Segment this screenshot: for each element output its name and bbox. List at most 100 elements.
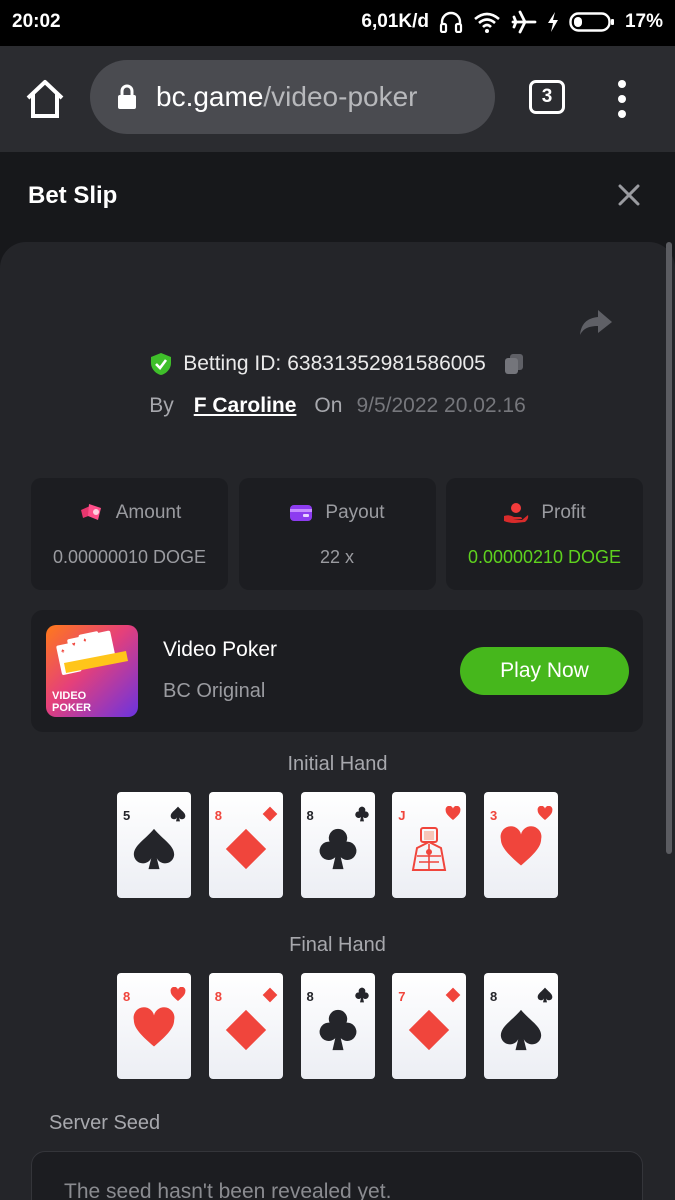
playing-card: 8 — [484, 973, 558, 1079]
home-button[interactable] — [22, 76, 68, 122]
wifi-icon — [473, 11, 501, 33]
svg-text:POKER: POKER — [52, 702, 91, 714]
bet-chips-icon — [80, 504, 101, 520]
clubs-pip-icon — [319, 828, 356, 870]
card-rank: 8 — [214, 989, 222, 1004]
bet-date: 9/5/2022 20.02.16 — [356, 394, 526, 417]
status-time: 20:02 — [12, 11, 61, 32]
stat-payout: Payout 22 x — [238, 478, 436, 590]
stat-profit: Profit 0.00000210 DOGE — [446, 478, 643, 590]
playing-card: J — [392, 792, 467, 898]
hearts-icon — [170, 987, 186, 1001]
airplane-icon — [511, 10, 537, 34]
server-seed-value: The seed hasn't been revealed yet. — [64, 1180, 392, 1200]
tab-switcher-button[interactable]: 3 — [529, 80, 565, 114]
svg-text:VIDEO: VIDEO — [52, 690, 87, 702]
playing-card: 8 — [300, 973, 375, 1079]
initial-hand: 5 8 8 J 3 — [117, 792, 558, 898]
hearts-pip-icon — [133, 1007, 175, 1047]
spades-icon — [170, 806, 186, 822]
headset-icon — [439, 11, 463, 33]
playing-card: 8 — [208, 973, 283, 1079]
battery-percent: 17% — [624, 11, 663, 32]
bet-stats: Amount 0.00000010 DOGE Payout 22 x Profi… — [31, 478, 643, 590]
hearts-pip-icon — [500, 826, 542, 866]
stat-payout-label: Payout — [325, 502, 385, 523]
url-path: /video-poker — [263, 81, 418, 112]
by-label: By — [149, 394, 174, 417]
card-rank: 5 — [123, 808, 131, 823]
game-name: Video Poker — [163, 638, 278, 661]
final-hand: 8 8 8 7 8 — [117, 973, 558, 1079]
battery-icon — [569, 11, 615, 33]
clubs-pip-icon — [319, 1009, 356, 1051]
bet-meta-row: By F Caroline On 9/5/2022 20.02.16 — [0, 394, 675, 418]
close-icon — [618, 184, 640, 206]
initial-hand-label: Initial Hand — [287, 753, 388, 775]
share-button[interactable] — [578, 306, 614, 338]
diamonds-icon — [262, 987, 278, 1003]
spades-pip-icon — [133, 828, 175, 870]
browser-toolbar: bc.game/video-poker 3 — [0, 46, 675, 152]
hearts-icon — [445, 806, 461, 820]
playing-card: 5 — [117, 792, 191, 898]
wallet-icon — [290, 505, 313, 521]
final-hand-label: Final Hand — [289, 934, 386, 956]
spades-icon — [537, 987, 553, 1003]
stat-profit-value: 0.00000210 DOGE — [467, 547, 622, 567]
card-rank: 8 — [306, 989, 314, 1004]
clubs-icon — [354, 806, 369, 822]
betting-id-value: 63831352981586005 — [287, 352, 486, 375]
hearts-icon — [537, 806, 553, 820]
game-subtitle: BC Original — [163, 680, 266, 702]
stat-amount-value: 0.00000010 DOGE — [52, 547, 207, 567]
playing-card: 8 — [117, 973, 191, 1079]
close-button[interactable] — [616, 182, 642, 208]
game-card: ♠ ♥ ♦ VIDEO POKER Video Poker BC Origina… — [31, 610, 643, 732]
diamonds-pip-icon — [225, 1009, 266, 1051]
diamonds-pip-icon — [225, 828, 266, 870]
charging-icon — [547, 12, 559, 32]
shield-check-icon — [151, 353, 172, 375]
card-rank: J — [398, 808, 406, 823]
on-label: On — [314, 394, 343, 417]
stat-payout-value: 22 x — [319, 547, 355, 567]
copy-icon[interactable] — [502, 352, 526, 376]
play-now-button[interactable]: Play Now — [460, 647, 629, 695]
clubs-icon — [354, 987, 369, 1003]
card-rank: 3 — [490, 808, 498, 823]
network-speed: 6,01K/d — [361, 11, 429, 32]
jack-figure-icon — [412, 827, 447, 871]
playing-card: 3 — [484, 792, 558, 898]
playing-card: 8 — [300, 792, 375, 898]
status-bar: 20:02 6,01K/d 17% — [0, 0, 675, 46]
share-icon — [580, 310, 612, 335]
user-link[interactable]: F Caroline — [194, 394, 297, 418]
more-vert-icon[interactable] — [612, 76, 632, 122]
modal-header: Bet Slip — [0, 152, 675, 242]
diamonds-icon — [262, 806, 278, 822]
card-rank: 7 — [398, 989, 406, 1004]
card-rank: 8 — [214, 808, 222, 823]
server-seed-label: Server Seed — [49, 1112, 161, 1134]
betting-id-label: Betting ID: — [183, 352, 282, 375]
modal-title: Bet Slip — [28, 182, 118, 209]
stat-amount: Amount 0.00000010 DOGE — [31, 478, 228, 590]
stat-amount-label: Amount — [115, 502, 182, 523]
address-bar[interactable]: bc.game/video-poker — [90, 60, 495, 134]
betting-id-row: Betting ID: 63831352981586005 — [0, 352, 675, 376]
card-rank: 8 — [490, 989, 498, 1004]
playing-card: 8 — [208, 792, 283, 898]
lock-icon — [118, 84, 136, 109]
home-icon — [26, 80, 64, 118]
video-poker-thumbnail[interactable]: ♠ ♥ ♦ VIDEO POKER — [46, 625, 138, 717]
card-rank: 8 — [306, 808, 314, 823]
hand-coins-icon — [504, 503, 529, 523]
server-seed-field: The seed hasn't been revealed yet. — [31, 1151, 643, 1200]
diamonds-pip-icon — [409, 1009, 450, 1051]
playing-card: 7 — [392, 973, 467, 1079]
diamonds-icon — [445, 987, 461, 1003]
card-rank: 8 — [123, 989, 131, 1004]
spades-pip-icon — [500, 1009, 542, 1051]
stat-profit-label: Profit — [541, 502, 586, 523]
